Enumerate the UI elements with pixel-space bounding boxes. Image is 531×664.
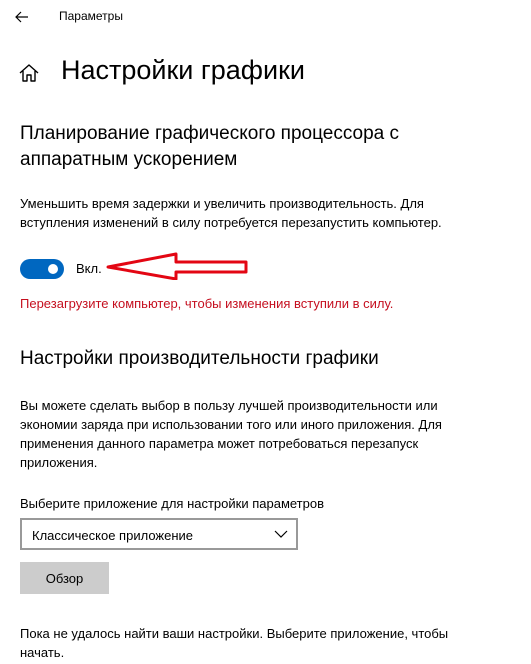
- hags-toggle-state: Вкл.: [76, 261, 102, 276]
- window-title: Параметры: [59, 9, 123, 23]
- home-icon: [19, 64, 39, 82]
- graphics-performance-title: Настройки производительности графики: [20, 348, 379, 369]
- graphics-performance-description: Вы можете сделать выбор в пользу лучшей …: [20, 398, 442, 470]
- app-select-label: Выберите приложение для настройки параме…: [20, 496, 324, 511]
- app-type-dropdown[interactable]: Классическое приложение: [20, 518, 298, 550]
- chevron-down-icon: [274, 530, 288, 538]
- restart-warning: Перезагрузите компьютер, чтобы изменения…: [20, 296, 394, 311]
- page-title: Настройки графики: [61, 55, 305, 85]
- hags-description: Уменьшить время задержки и увеличить про…: [20, 196, 442, 230]
- no-settings-message: Пока не удалось найти ваши настройки. Вы…: [20, 626, 449, 660]
- back-button[interactable]: [8, 4, 36, 30]
- app-type-value: Классическое приложение: [32, 528, 194, 543]
- hags-toggle[interactable]: [20, 259, 64, 279]
- annotation-arrow-icon: [106, 252, 248, 280]
- toggle-knob: [48, 264, 58, 274]
- browse-button[interactable]: Обзор: [20, 562, 109, 594]
- arrow-left-icon: [15, 11, 28, 23]
- home-button[interactable]: [18, 62, 40, 84]
- title-bar: Параметры: [0, 0, 531, 34]
- hags-section-title: Планирование графического процессора с а…: [20, 123, 400, 170]
